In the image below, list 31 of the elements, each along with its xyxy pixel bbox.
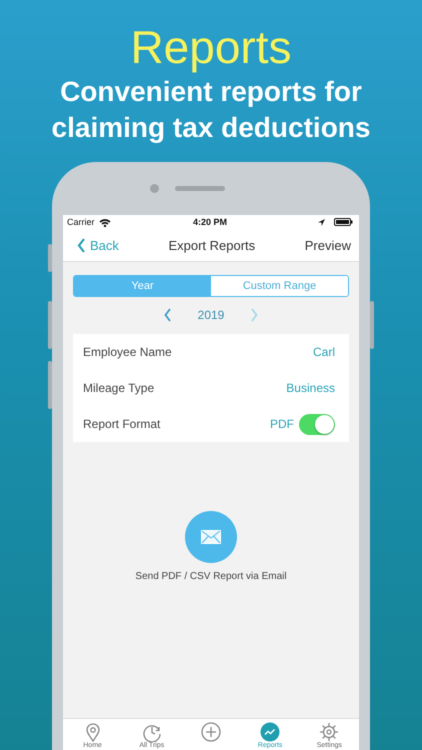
envelope-icon xyxy=(201,530,221,544)
setting-value[interactable]: PDF xyxy=(270,417,294,431)
subtitle: claiming tax deductions xyxy=(52,111,370,145)
setting-label: Employee Name xyxy=(83,345,172,359)
location-arrow-icon xyxy=(316,218,326,226)
chevron-left-icon xyxy=(77,238,86,252)
segment-tab[interactable]: Year xyxy=(74,276,211,296)
subtitle: Convenient reports for xyxy=(60,75,362,109)
battery-icon xyxy=(334,218,353,226)
setting-label: Mileage Type xyxy=(83,381,154,395)
trend-chart-icon xyxy=(260,722,280,742)
clock-time: 4:20 PM xyxy=(192,217,227,227)
plus-circle-icon xyxy=(200,722,221,742)
clock-icon xyxy=(142,722,162,742)
setting-label: Report Format xyxy=(83,417,160,431)
preview-button[interactable]: Preview xyxy=(304,238,351,252)
toggle-switch[interactable] xyxy=(299,414,335,434)
email-button[interactable] xyxy=(185,511,237,563)
previous-year-button[interactable] xyxy=(164,308,172,322)
back-button[interactable]: Back xyxy=(77,238,119,252)
camera-dot xyxy=(150,184,158,193)
screen-title: Export Reports xyxy=(168,238,256,252)
carrier-label: Carrier xyxy=(67,217,95,227)
setting-value[interactable]: Carl xyxy=(312,345,335,359)
email-caption: Send PDF / CSV Report via Email xyxy=(135,571,287,582)
speaker-grille xyxy=(174,186,224,191)
gear-icon xyxy=(319,722,340,742)
wifi-icon xyxy=(98,218,111,226)
setting-value[interactable]: Business xyxy=(286,381,335,395)
headline: Reports xyxy=(130,20,292,74)
year-label: 2019 xyxy=(198,308,224,322)
